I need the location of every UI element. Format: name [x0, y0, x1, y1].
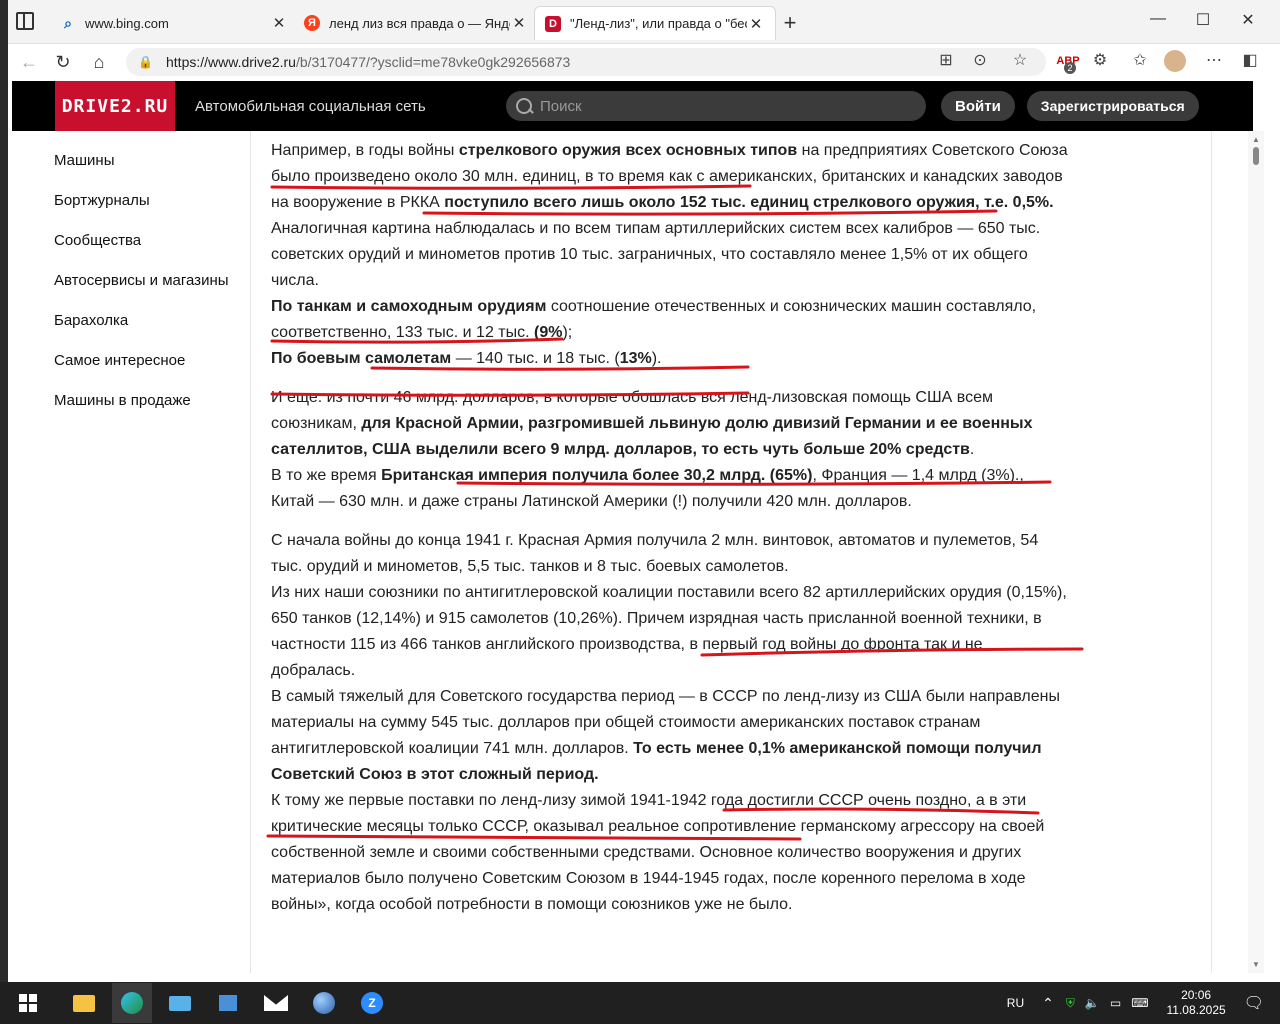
- paragraph-1: Например, в годы войны стрелкового оружи…: [271, 138, 1071, 372]
- edge-browser-icon[interactable]: [112, 983, 152, 1023]
- zoom-app-icon[interactable]: Z: [352, 983, 392, 1023]
- bold-text: стрелкового оружия всех основных типов: [458, 142, 798, 159]
- scroll-up-icon[interactable]: ▲: [1248, 135, 1264, 144]
- extensions-icon[interactable]: ⚙: [1088, 50, 1112, 72]
- search-placeholder: Поиск: [540, 97, 582, 115]
- tab-yandex[interactable]: Я ленд лиз вся правда о — Яндекс ✕: [294, 6, 538, 40]
- close-tab-icon[interactable]: ✕: [270, 14, 288, 32]
- maximize-button[interactable]: ☐: [1183, 10, 1223, 30]
- sidebar-item-cars-for-sale[interactable]: Машины в продаже: [54, 392, 254, 432]
- bold-text: По танкам и самоходным орудиям: [271, 298, 547, 315]
- site-sidebar: Машины Бортжурналы Сообщества Автосервис…: [54, 152, 254, 432]
- volume-icon[interactable]: 🔈: [1085, 996, 1100, 1010]
- site-search-input[interactable]: Поиск: [506, 91, 926, 121]
- language-indicator[interactable]: RU: [1007, 996, 1024, 1010]
- taskbar-clock[interactable]: 20:06 11.08.2025: [1167, 988, 1226, 1018]
- text: — 140 тыс. и 18 тыс. (: [451, 350, 620, 367]
- lock-icon: 🔒: [138, 55, 153, 69]
- security-icon[interactable]: ⛨: [1066, 996, 1075, 1011]
- url-path: /b/3170477/?ysclid=me78vke0gk292656873: [295, 54, 571, 70]
- text: Аналогичная картина наблюдалась и по все…: [271, 220, 1041, 289]
- text: ).: [651, 350, 662, 367]
- sidebar-item-logbooks[interactable]: Бортжурналы: [54, 192, 254, 232]
- article-body: Например, в годы войны стрелкового оружи…: [271, 138, 1071, 931]
- text: );: [562, 324, 573, 341]
- browser-window: ⌕ www.bing.com ✕ Я ленд лиз вся правда о…: [8, 0, 1280, 982]
- address-bar[interactable]: 🔒 https://www.drive2.ru/b/3170477/?yscli…: [126, 48, 1046, 76]
- register-button[interactable]: Зарегистрироваться: [1026, 91, 1199, 121]
- settings-more-icon[interactable]: ⋯: [1202, 50, 1226, 72]
- scroll-down-icon[interactable]: ▼: [1248, 960, 1264, 969]
- paragraph-3: С начала войны до конца 1941 г. Красная …: [271, 528, 1071, 918]
- minimize-button[interactable]: —: [1138, 10, 1178, 28]
- sidebar-item-flea-market[interactable]: Барахолка: [54, 312, 254, 352]
- drive2-icon: D: [545, 15, 561, 32]
- system-tray: RU ⌃ ⛨ 🔈 ▭ ⌨ 20:06 11.08.2025 🗨: [1007, 982, 1280, 1024]
- refresh-button[interactable]: ↻: [52, 52, 74, 72]
- favorites-icon[interactable]: ✩: [1128, 50, 1152, 72]
- home-button[interactable]: ⌂: [88, 52, 110, 72]
- more-options-icon[interactable]: ⊙: [968, 50, 992, 72]
- tab-bing[interactable]: ⌕ www.bing.com ✕: [50, 6, 298, 40]
- profile-avatar[interactable]: [1164, 50, 1186, 72]
- scroll-thumb[interactable]: [1253, 147, 1259, 165]
- page-scrollbar[interactable]: ▲ ▼: [1248, 131, 1264, 973]
- bold-text: поступило всего лишь около 152 тыс. един…: [444, 194, 1054, 211]
- article-container: Например, в годы войны стрелкового оружи…: [250, 131, 1212, 973]
- sidebar-panel-icon[interactable]: ◧: [1238, 50, 1262, 72]
- site-logo[interactable]: DRIVE2.RU: [55, 81, 175, 131]
- bold-text: (9%: [534, 324, 563, 341]
- network-icon[interactable]: ▭: [1110, 996, 1121, 1010]
- paragraph-2: И еще: из почти 46 млрд. долларов, в кот…: [271, 385, 1071, 515]
- url-host: https://www.drive2.ru: [166, 54, 296, 70]
- tab-label: ленд лиз вся правда о — Яндекс: [329, 15, 510, 31]
- clock-time: 20:06: [1181, 988, 1212, 1002]
- tab-label: "Ленд-лиз", или правда о "беско: [570, 16, 747, 31]
- close-window-button[interactable]: ✕: [1228, 10, 1268, 30]
- favorite-star-icon[interactable]: ☆: [1008, 50, 1032, 72]
- clock-date: 11.08.2025: [1166, 1003, 1226, 1017]
- text: К тому же первые поставки по ленд-лизу з…: [271, 792, 1045, 913]
- sidebar-item-interesting[interactable]: Самое интересное: [54, 352, 254, 392]
- windows-taskbar: Z RU ⌃ ⛨ 🔈 ▭ ⌨ 20:06 11.08.2025 🗨: [0, 982, 1280, 1024]
- new-tab-button[interactable]: +: [778, 10, 802, 36]
- yandex-icon: Я: [304, 15, 320, 31]
- extension-badge: 2: [1064, 62, 1076, 74]
- search-icon: ⌕: [64, 14, 72, 31]
- site-tagline: Автомобильная социальная сеть: [195, 97, 426, 115]
- sidebar-item-cars[interactable]: Машины: [54, 152, 254, 192]
- bold-text: 13%: [619, 350, 652, 367]
- app-available-icon[interactable]: ⊞: [934, 50, 958, 72]
- remote-desktop-icon[interactable]: [160, 983, 200, 1023]
- tab-label: www.bing.com: [85, 15, 169, 31]
- windows-start-icon[interactable]: [8, 983, 48, 1023]
- sidebar-item-communities[interactable]: Сообщества: [54, 232, 254, 272]
- text: .: [969, 441, 975, 458]
- tab-drive2[interactable]: D "Ленд-лиз", или правда о "беско ✕: [534, 6, 776, 40]
- login-button[interactable]: Войти: [941, 91, 1015, 121]
- tab-bar: ⌕ www.bing.com ✕ Я ленд лиз вся правда о…: [8, 0, 1280, 44]
- sidebar-item-services[interactable]: Автосервисы и магазины: [54, 272, 254, 312]
- text: Из них наши союзники по антигитлеровской…: [271, 584, 1067, 679]
- chevron-up-icon[interactable]: ⌃: [1042, 995, 1054, 1012]
- keyboard-icon[interactable]: ⌨: [1131, 996, 1148, 1010]
- computer-icon[interactable]: [208, 983, 248, 1023]
- text: В то же время: [271, 467, 382, 484]
- sidebar-toggle-icon[interactable]: [16, 12, 34, 30]
- bold-text: По боевым самолетам: [271, 350, 452, 367]
- file-explorer-icon[interactable]: [64, 983, 104, 1023]
- mail-icon[interactable]: [256, 983, 296, 1023]
- notifications-icon[interactable]: 🗨: [1244, 993, 1264, 1013]
- globe-icon[interactable]: [304, 983, 344, 1023]
- bold-text: для Красной Армии, разгромившей львиную …: [271, 415, 1033, 458]
- bold-text: Британская империя получила более 30,2 м…: [381, 467, 813, 484]
- text: Например, в годы войны: [271, 142, 459, 159]
- close-tab-icon[interactable]: ✕: [747, 15, 765, 33]
- search-icon: [516, 98, 532, 114]
- site-header: DRIVE2.RU Автомобильная социальная сеть …: [12, 81, 1253, 131]
- back-button[interactable]: ←: [18, 52, 40, 72]
- text: С начала войны до конца 1941 г. Красная …: [271, 532, 1039, 575]
- close-tab-icon[interactable]: ✕: [510, 14, 528, 32]
